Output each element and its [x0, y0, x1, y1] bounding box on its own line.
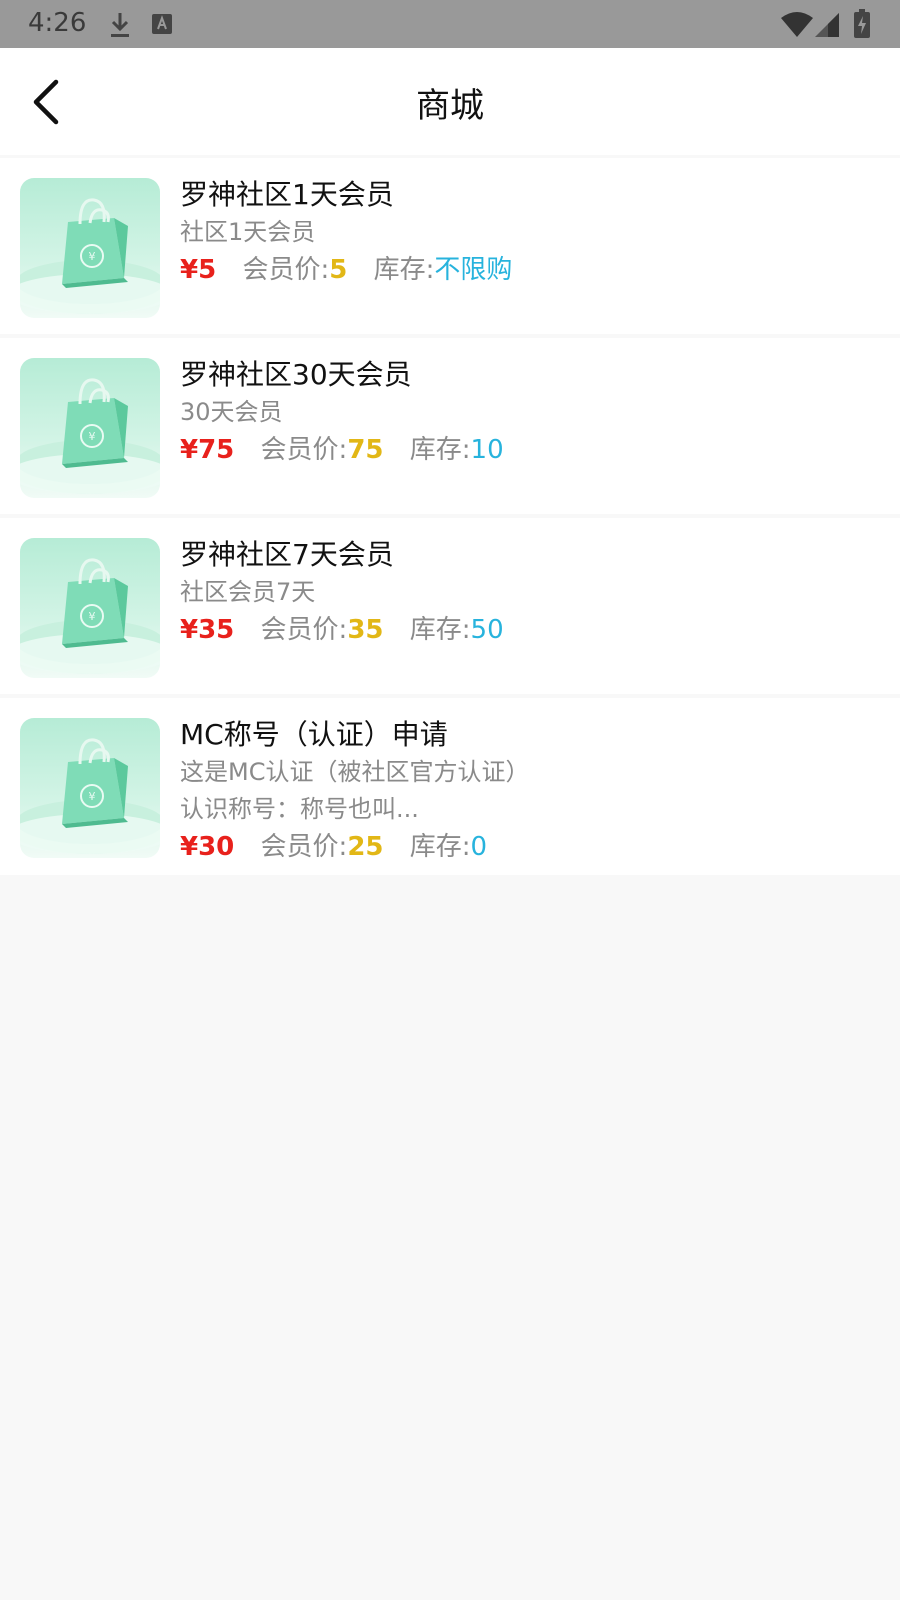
product-description-line: 认识称号：称号也叫...: [180, 795, 419, 823]
stock-value: 50: [470, 615, 504, 645]
product-description: 30天会员: [180, 394, 880, 431]
stock-label: 库存:: [373, 255, 435, 285]
product-description-line: 社区1天会员: [180, 218, 316, 246]
product-description-line: 30天会员: [180, 398, 283, 426]
shopping-bag-icon: ¥: [20, 558, 160, 674]
stock-label: 库存:: [409, 435, 471, 465]
member-price-label: 会员价:: [242, 255, 330, 285]
product-item-3[interactable]: ¥ 罗神社区7天会员 社区会员7天 ¥35 会员价:35 库存:50: [0, 518, 900, 694]
product-price: ¥5: [180, 255, 217, 285]
member-price-value: 75: [347, 435, 384, 465]
product-title: 罗神社区7天会员: [180, 538, 394, 571]
app-header: 商城: [0, 48, 900, 155]
battery-charging-icon: [854, 9, 870, 38]
product-info: MC称号（认证）申请 这是MC认证（被社区官方认证） 认识称号：称号也叫... ¥…: [180, 716, 880, 866]
product-thumbnail: ¥: [20, 358, 160, 498]
member-price-label: 会员价:: [260, 615, 348, 645]
status-bar: 4:26: [0, 0, 900, 48]
product-meta: ¥35 会员价:35 库存:50: [180, 611, 880, 649]
product-price: ¥75: [180, 435, 235, 465]
page-title: 商城: [416, 86, 484, 126]
product-item-1[interactable]: ¥ 罗神社区1天会员 社区1天会员 ¥5 会员价:5 库存:不限购: [0, 158, 900, 334]
member-price-value: 5: [329, 255, 348, 285]
svg-text:¥: ¥: [89, 250, 96, 263]
status-time: 4:26: [28, 8, 87, 38]
product-info: 罗神社区30天会员 30天会员 ¥75 会员价:75 库存:10: [180, 356, 880, 469]
download-icon: [111, 13, 129, 37]
stock-value: 不限购: [434, 255, 513, 285]
member-price-label: 会员价:: [260, 832, 348, 862]
product-meta: ¥30 会员价:25 库存:0: [180, 828, 880, 866]
product-description: 社区会员7天: [180, 574, 880, 611]
product-item-4[interactable]: ¥ MC称号（认证）申请 这是MC认证（被社区官方认证） 认识称号：称号也叫...…: [0, 698, 900, 875]
product-description: 社区1天会员: [180, 214, 880, 251]
stock-value: 10: [470, 435, 504, 465]
member-price-value: 25: [347, 832, 384, 862]
svg-text:¥: ¥: [89, 790, 96, 803]
product-price: ¥30: [180, 832, 235, 862]
product-meta: ¥75 会员价:75 库存:10: [180, 431, 880, 469]
product-description-line: 这是MC认证（被社区官方认证）: [180, 758, 530, 786]
member-price-value: 35: [347, 615, 384, 645]
stock-value: 0: [470, 832, 488, 862]
shopping-bag-icon: ¥: [20, 378, 160, 494]
shopping-bag-icon: ¥: [20, 198, 160, 314]
text-a-icon: [152, 14, 172, 34]
product-description-line: 社区会员7天: [180, 578, 316, 606]
product-info: 罗神社区1天会员 社区1天会员 ¥5 会员价:5 库存:不限购: [180, 176, 880, 289]
product-thumbnail: ¥: [20, 718, 160, 858]
product-price: ¥35: [180, 615, 235, 645]
signal-icon: [815, 13, 839, 37]
product-info: 罗神社区7天会员 社区会员7天 ¥35 会员价:35 库存:50: [180, 536, 880, 649]
product-title: 罗神社区1天会员: [180, 178, 394, 211]
svg-text:¥: ¥: [89, 430, 96, 443]
wifi-icon: [781, 12, 813, 37]
product-thumbnail: ¥: [20, 538, 160, 678]
product-title: MC称号（认证）申请: [180, 718, 448, 751]
product-meta: ¥5 会员价:5 库存:不限购: [180, 251, 880, 289]
stock-label: 库存:: [409, 832, 471, 862]
product-item-2[interactable]: ¥ 罗神社区30天会员 30天会员 ¥75 会员价:75 库存:10: [0, 338, 900, 514]
member-price-label: 会员价:: [260, 435, 348, 465]
product-list: ¥ 罗神社区1天会员 社区1天会员 ¥5 会员价:5 库存:不限购 ¥ 罗神社区…: [0, 158, 900, 879]
shopping-bag-icon: ¥: [20, 738, 160, 854]
product-thumbnail: ¥: [20, 178, 160, 318]
product-title: 罗神社区30天会员: [180, 358, 412, 391]
svg-text:¥: ¥: [89, 610, 96, 623]
stock-label: 库存:: [409, 615, 471, 645]
product-description: 这是MC认证（被社区官方认证） 认识称号：称号也叫...: [180, 754, 880, 828]
